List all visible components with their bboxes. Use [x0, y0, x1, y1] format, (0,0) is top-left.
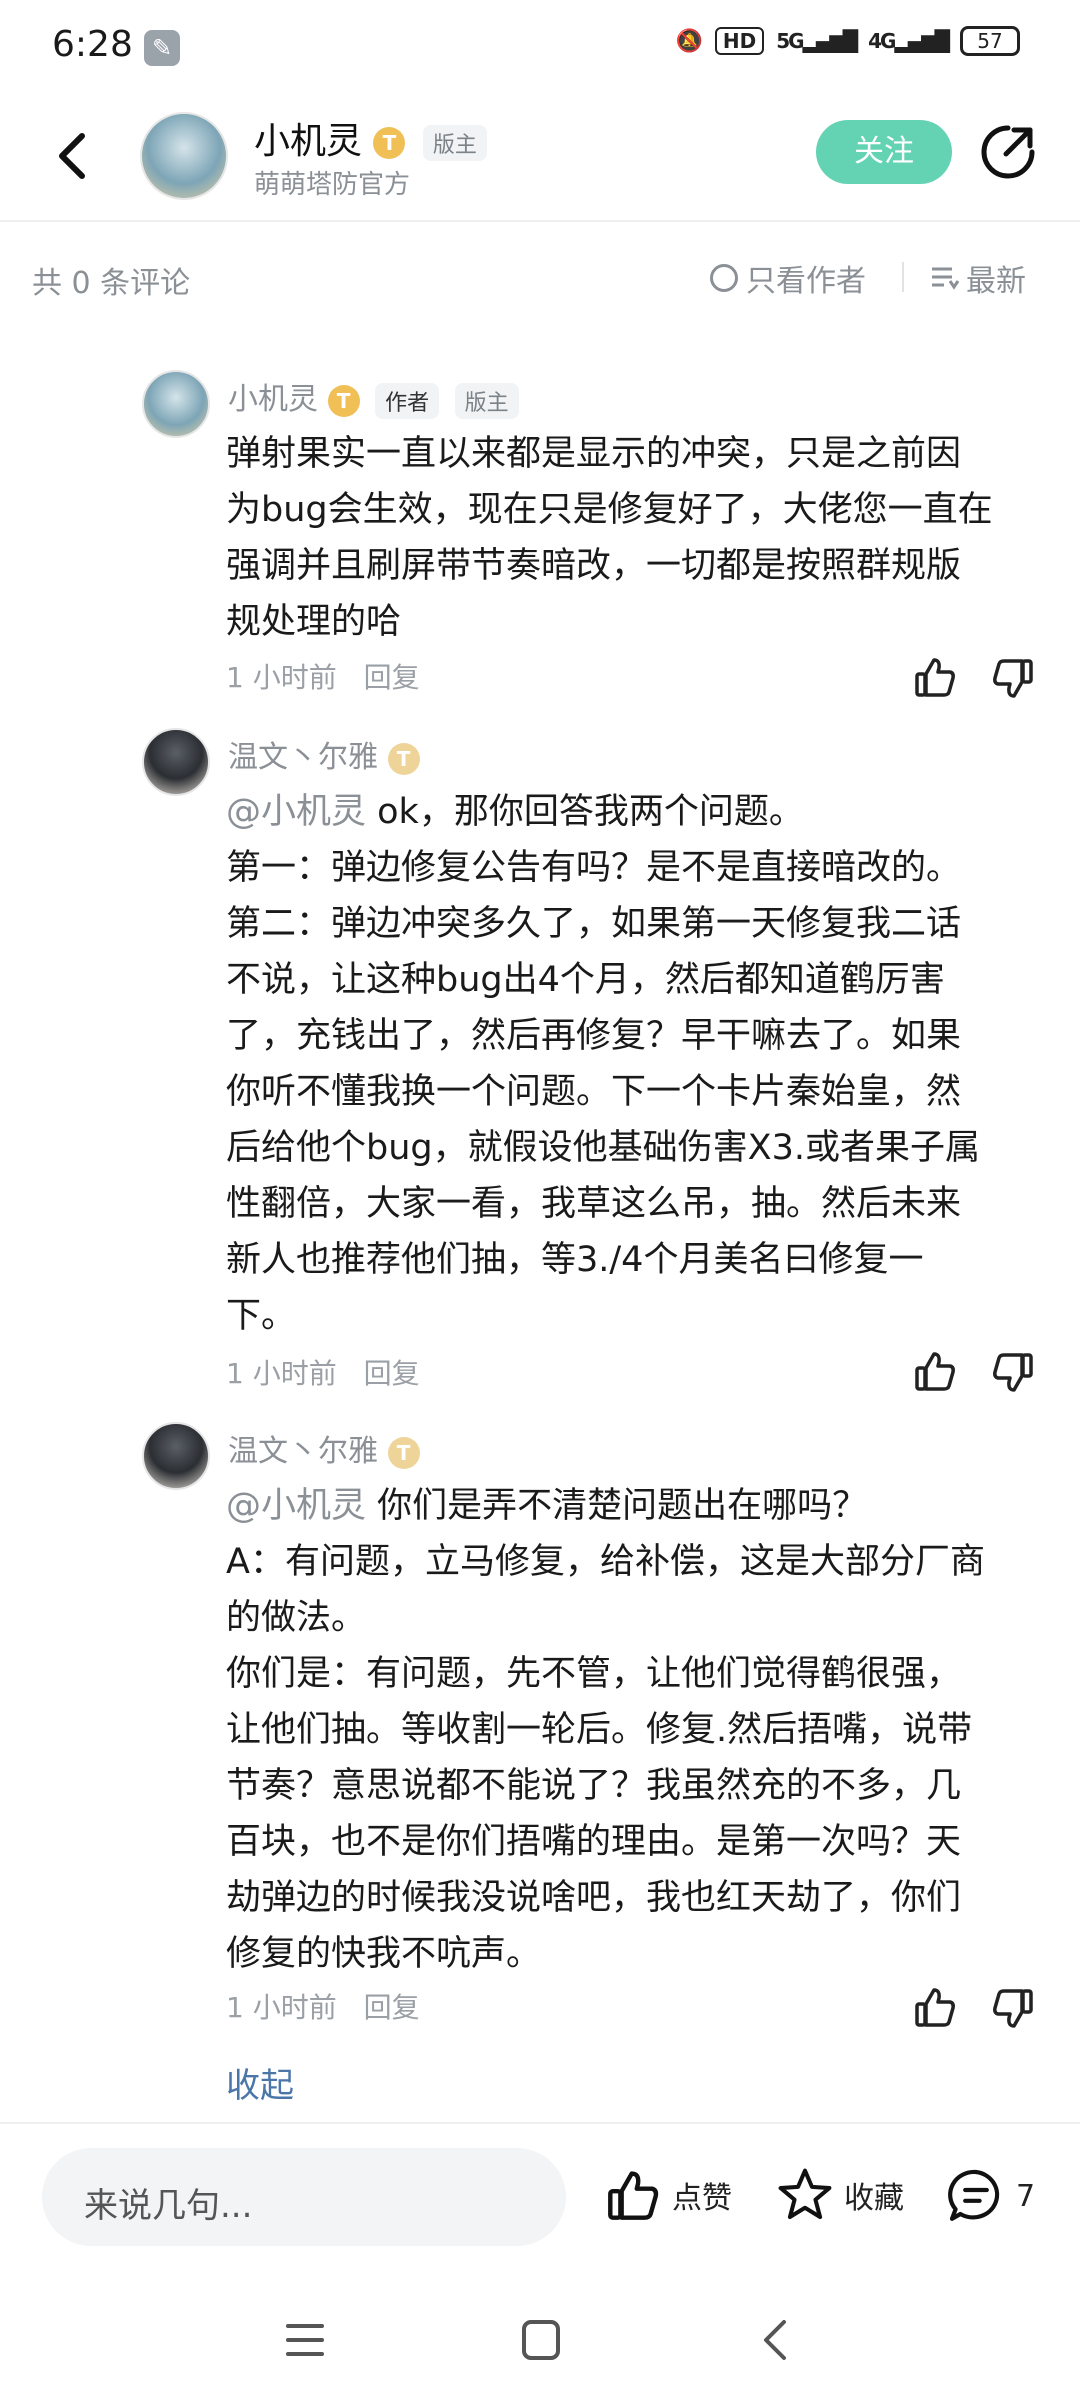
favorite-button[interactable]: 收藏: [776, 2166, 904, 2224]
sort-newest-button[interactable]: 最新: [930, 256, 1026, 300]
follow-button[interactable]: 关注: [816, 120, 952, 184]
back-arrow-icon[interactable]: [44, 126, 104, 186]
menu-icon[interactable]: [280, 2318, 330, 2362]
comment-text: @小机灵 你们是弄不清楚问题出在哪吗？ A：有问题，立马修复，给补偿，这是大部分…: [226, 1486, 985, 1974]
comment-time: 1 小时前: [226, 1991, 337, 2024]
mention-link[interactable]: @小机灵: [226, 1486, 366, 1526]
comment-input-placeholder: 来说几句...: [84, 2186, 253, 2226]
comment-item: 温文丶尔雅 T @小机灵 你们是弄不清楚问题出在哪吗？ A：有问题，立马修复，给…: [142, 1420, 1042, 2024]
status-icons: 🔕 HD 5G▂▄▆█ 4G▂▄▆█ 57: [675, 26, 1020, 56]
thumbs-down-icon[interactable]: [990, 1350, 1036, 1396]
home-icon[interactable]: [516, 2318, 566, 2362]
comment-author[interactable]: 小机灵: [228, 382, 318, 417]
comment-time: 1 小时前: [226, 1357, 337, 1390]
comment-item: 温文丶尔雅 T @小机灵 ok，那你回答我两个问题。 第一：弹边修复公告有吗？是…: [142, 726, 1042, 1390]
reply-button[interactable]: 回复: [364, 1991, 420, 2024]
reply-button[interactable]: 回复: [364, 661, 420, 694]
author-name[interactable]: 小机灵: [254, 121, 362, 162]
system-nav-bar: [0, 2274, 1080, 2400]
battery-icon: 57: [960, 26, 1020, 56]
comments-button[interactable]: 7: [946, 2166, 1035, 2226]
thumbs-up-icon: [608, 2171, 659, 2220]
level-badge: T: [327, 384, 360, 417]
level-badge: T: [387, 742, 420, 775]
avatar[interactable]: [142, 370, 210, 438]
comment-time: 1 小时前: [226, 661, 337, 694]
thumbs-down-icon[interactable]: [990, 1986, 1036, 2032]
avatar[interactable]: [142, 728, 210, 796]
hd-icon: HD: [714, 27, 765, 55]
thumbs-down-icon[interactable]: [990, 656, 1036, 702]
comment-author[interactable]: 温文丶尔雅: [228, 740, 378, 775]
divider: [902, 262, 904, 292]
comment-total: 共 0 条评论: [32, 266, 191, 301]
sort-label: 最新: [966, 264, 1026, 299]
comment-text: @小机灵 ok，那你回答我两个问题。 第一：弹边修复公告有吗？是不是直接暗改的。…: [226, 792, 980, 1336]
bottom-action-bar: 来说几句... 点赞 收藏 7: [0, 2122, 1080, 2276]
only-author-toggle[interactable]: 只看作者: [710, 256, 866, 300]
signal-5g-icon: 5G▂▄▆█: [776, 29, 858, 53]
mention-link[interactable]: @小机灵: [226, 792, 366, 832]
favorite-label: 收藏: [844, 2181, 904, 2216]
comment-input[interactable]: 来说几句...: [42, 2148, 566, 2246]
level-badge: T: [387, 1436, 420, 1469]
like-label: 点赞: [672, 2181, 732, 2216]
like-button[interactable]: 点赞: [604, 2166, 732, 2224]
comment-sort-bar: 共 0 条评论 只看作者 最新: [0, 220, 1080, 332]
comment-meta: 1 小时前 回复: [226, 1352, 420, 1392]
moderator-badge: 版主: [454, 382, 519, 419]
radio-icon: [710, 264, 738, 292]
reply-button[interactable]: 回复: [364, 1357, 420, 1390]
share-icon[interactable]: [978, 122, 1038, 182]
thumbs-up-icon[interactable]: [912, 654, 958, 700]
only-author-label: 只看作者: [746, 264, 866, 299]
avatar[interactable]: [140, 112, 228, 200]
comment-icon: [948, 2169, 1000, 2221]
comment-author[interactable]: 温文丶尔雅: [228, 1434, 378, 1469]
signal-4g-icon: 4G▂▄▆█: [868, 29, 950, 53]
comment-item: 小机灵 T 作者 版主 弹射果实一直以来都是显示的冲突，只是之前因 为bug会生…: [142, 364, 1042, 694]
thumbs-up-icon[interactable]: [912, 1984, 958, 2030]
status-time: 6:28: [52, 24, 133, 65]
mute-icon: 🔕: [675, 28, 703, 54]
comment-meta: 1 小时前 回复: [226, 656, 420, 696]
level-badge: T: [373, 127, 406, 159]
avatar[interactable]: [142, 1422, 210, 1490]
wrench-icon: ✎: [144, 30, 180, 66]
comment-text: 弹射果实一直以来都是显示的冲突，只是之前因 为bug会生效，现在只是修复好了，大…: [226, 434, 993, 642]
moderator-badge: 版主: [422, 125, 487, 161]
comment-meta: 1 小时前 回复: [226, 1986, 420, 2026]
back-icon[interactable]: [752, 2318, 802, 2362]
collapse-button[interactable]: 收起: [226, 2058, 294, 2107]
sort-icon: [932, 267, 960, 290]
status-bar: 6:28 ✎ 🔕 HD 5G▂▄▆█ 4G▂▄▆█ 57: [0, 0, 1080, 100]
star-icon: [778, 2168, 832, 2220]
author-subtitle: 萌萌塔防官方: [254, 170, 411, 200]
author-badge: 作者: [375, 382, 440, 419]
comment-count: 7: [1016, 2178, 1036, 2214]
post-header: 小机灵 T 版主 萌萌塔防官方 关注: [0, 100, 1080, 222]
thumbs-up-icon[interactable]: [912, 1348, 958, 1394]
